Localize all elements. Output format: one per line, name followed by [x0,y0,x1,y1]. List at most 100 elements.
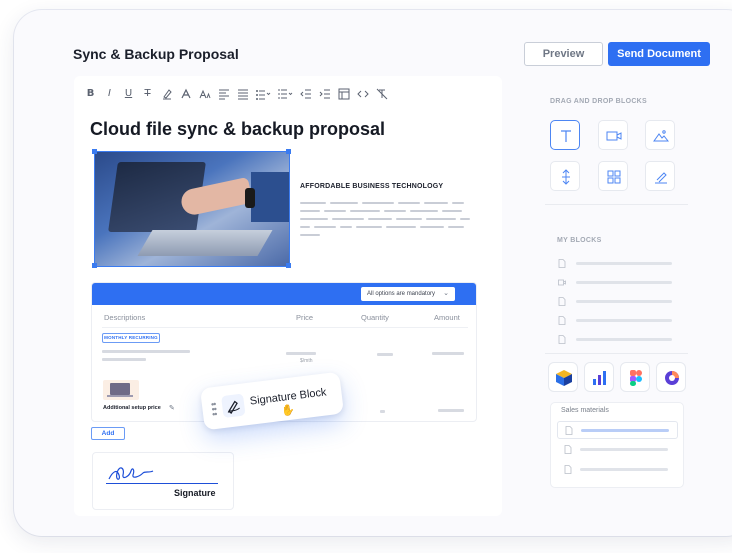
table-divider [102,327,468,328]
send-document-button[interactable]: Send Document [608,42,710,66]
edit-pencil-icon[interactable]: ✎ [169,404,175,412]
italic-icon[interactable]: I [103,87,116,100]
document-icon [558,335,566,344]
code-icon[interactable] [356,87,369,100]
pie-app-tile[interactable] [656,362,686,392]
column-header-price: Price [296,313,314,322]
document-icon [558,297,566,306]
amount-placeholder [438,409,464,412]
document-icon [564,444,572,454]
panel-divider [545,353,688,354]
pie-app-icon [665,371,679,385]
panel-divider [545,204,688,205]
resize-handle[interactable] [286,263,291,268]
bulleted-list-icon[interactable] [255,87,271,100]
price-placeholder [286,352,316,355]
table-icon[interactable] [337,87,350,100]
section-heading: AFFORDABLE BUSINESS TECHNOLOGY [300,183,444,190]
amount-placeholder [432,352,464,355]
my-block-item[interactable] [558,335,672,344]
drag-drop-blocks-label: DRAG AND DROP BLOCKS [550,98,648,105]
product-thumbnail [103,380,139,400]
figma-app-tile[interactable] [620,362,650,392]
my-block-item[interactable] [558,278,672,287]
table-row [102,350,190,353]
signature-icon [655,172,667,184]
signature-pen-icon [221,393,246,419]
signature-box[interactable]: Signature [92,452,234,510]
text-color-icon[interactable] [179,87,192,100]
video-block-tile[interactable] [598,120,628,150]
sales-materials-panel: Sales materials [550,402,684,488]
price-unit: $/mth [300,358,313,364]
indent-decrease-icon[interactable] [299,87,312,100]
sales-material-item[interactable] [557,460,678,478]
column-header-amount: Amount [434,313,460,322]
layout-block-tile[interactable] [598,161,628,191]
my-block-item[interactable] [558,297,672,306]
signature-line [106,483,218,484]
document-title[interactable]: Cloud file sync & backup proposal [90,119,385,140]
my-blocks-label: MY BLOCKS [557,237,602,244]
spacer-block-tile[interactable] [550,161,580,191]
my-block-item[interactable] [558,316,672,325]
highlight-icon[interactable] [160,87,173,100]
video-icon [606,131,622,141]
column-header-quantity: Quantity [361,313,389,322]
sales-materials-label: Sales materials [561,407,609,414]
resize-handle[interactable] [286,149,291,154]
watch-shape [245,188,255,208]
bold-icon[interactable]: B [84,87,97,100]
document-icon [564,464,572,474]
analytics-app-icon [593,371,606,385]
drag-handle-icon[interactable]: •• •• •• [210,399,221,419]
analytics-app-tile[interactable] [584,362,614,392]
spacer-icon [562,169,570,185]
options-dropdown-label: All options are mandatory [367,291,436,297]
layout-icon [607,170,621,184]
document-icon [565,425,573,435]
preview-button[interactable]: Preview [524,42,603,66]
sales-material-item[interactable] [557,440,678,458]
font-size-icon[interactable] [198,87,211,100]
text-icon [561,130,571,142]
document-icon [558,259,566,268]
add-button[interactable]: Add [91,427,125,440]
document-icon [558,316,566,325]
table-row [102,358,146,361]
align-left-icon[interactable] [217,87,230,100]
image-icon [653,130,669,142]
additional-item-label: Additional setup price [103,405,161,411]
numbered-list-icon[interactable] [277,87,293,100]
quantity-placeholder [380,410,385,413]
image-block-tile[interactable] [645,120,675,150]
align-justify-icon[interactable] [236,87,249,100]
laptop-keyboard-shape [137,230,273,256]
signature-block-tile[interactable] [645,161,675,191]
formatting-toolbar: B I U T [84,87,388,100]
my-block-item[interactable] [558,259,672,268]
strikethrough-icon[interactable]: T [141,87,154,100]
page-title: Sync & Backup Proposal [73,46,239,62]
sleeve-shape [251,172,289,222]
options-dropdown[interactable]: All options are mandatory ⌄ [361,287,455,301]
sales-material-item[interactable] [557,421,678,439]
signature-label: Signature [174,488,216,498]
indent-increase-icon[interactable] [318,87,331,100]
underline-icon[interactable]: U [122,87,135,100]
signature-scribble-icon [108,467,154,480]
grab-cursor-icon: ✋ [280,404,296,418]
placeholder-paragraph [300,202,470,242]
resize-handle[interactable] [92,263,97,268]
box-app-tile[interactable] [548,362,578,392]
column-header-descriptions: Descriptions [104,313,146,322]
clear-format-icon[interactable] [375,87,388,100]
laptop-image[interactable] [94,151,290,267]
text-block-tile[interactable] [550,120,580,150]
monthly-recurring-badge: MONTHLY RECURRING [102,333,160,343]
video-icon [558,279,566,286]
box-app-icon [556,370,572,386]
figma-app-icon [630,370,642,386]
chevron-down-icon: ⌄ [443,290,449,297]
resize-handle[interactable] [92,149,97,154]
